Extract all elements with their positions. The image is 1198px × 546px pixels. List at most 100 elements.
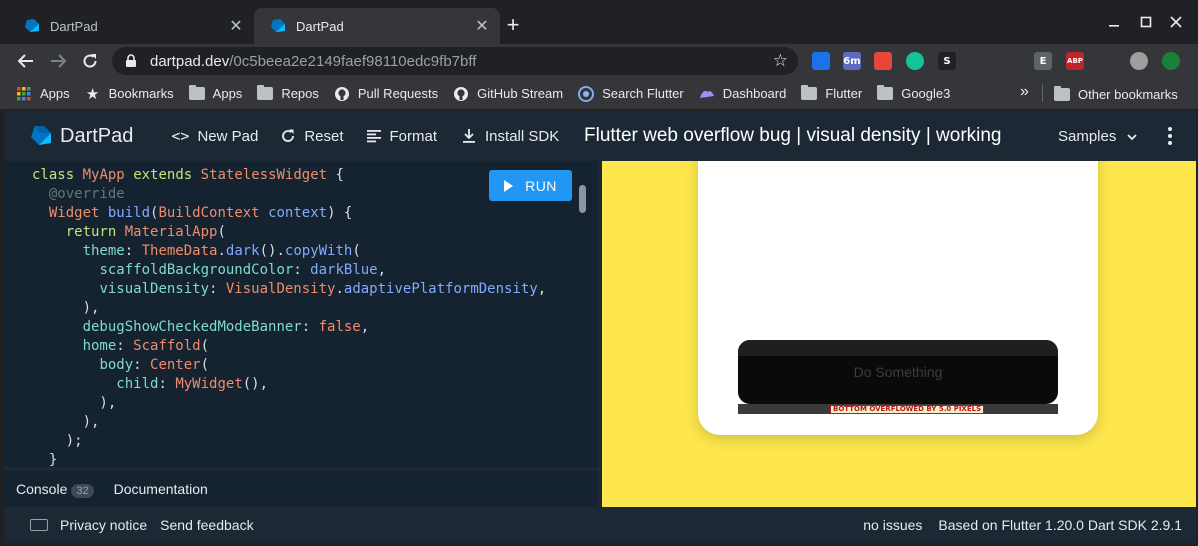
bulb-extension-icon[interactable]: [970, 52, 988, 70]
bookmark-label: Bookmarks: [108, 86, 174, 101]
maximize-window-icon[interactable]: [1136, 12, 1156, 32]
bookmark-item[interactable]: Dashboard: [693, 80, 793, 108]
bookmarks-overflow-button[interactable]: »: [1020, 83, 1029, 101]
code-line: class MyApp extends StatelessWidget {: [32, 167, 344, 183]
bookmark-item[interactable]: Repos: [251, 80, 325, 108]
forward-arrow-icon[interactable]: [46, 49, 70, 73]
puzzle-extensions-icon[interactable]: [1098, 52, 1116, 70]
timer-extension-icon[interactable]: 6m: [843, 52, 861, 70]
pad-title: Flutter web overflow bug | visual densit…: [584, 125, 1002, 146]
url-host: dartpad.dev: [150, 52, 230, 70]
keyboard-icon[interactable]: [30, 519, 48, 531]
reset-button[interactable]: Reset: [280, 120, 344, 152]
dartpad-logo[interactable]: DartPad: [30, 125, 133, 148]
close-tab-icon[interactable]: ✕: [228, 18, 244, 35]
bookmark-item[interactable]: Apps: [10, 80, 76, 108]
browser-tab-1[interactable]: DartPad ✕: [8, 8, 254, 44]
dartpad-logo-text: DartPad: [60, 124, 134, 147]
lock-icon: [126, 54, 136, 67]
close-tab-icon[interactable]: ✕: [474, 18, 490, 35]
dart-favicon-icon: [271, 19, 285, 32]
new-pad-button[interactable]: <> New Pad: [171, 120, 258, 152]
update-arrow-icon[interactable]: [1162, 52, 1180, 70]
console-tab-label: Console: [16, 480, 68, 497]
more-options-icon[interactable]: [1164, 126, 1176, 146]
bookmark-star-icon[interactable]: ☆: [773, 52, 788, 70]
bookmark-item[interactable]: Search Flutter: [572, 80, 690, 108]
install-sdk-button[interactable]: Install SDK: [461, 120, 559, 152]
install-sdk-label: Install SDK: [485, 127, 560, 145]
bookmark-item[interactable]: Apps: [183, 80, 249, 108]
run-button[interactable]: RUN: [489, 170, 572, 201]
code-editor[interactable]: class MyApp extends StatelessWidget { @o…: [4, 161, 598, 467]
bookmark-label: Flutter: [825, 86, 863, 101]
privacy-notice-link[interactable]: Privacy notice: [60, 517, 147, 533]
bookmark-item[interactable]: GitHub Stream: [447, 80, 569, 108]
other-bookmarks[interactable]: Other bookmarks: [1048, 80, 1184, 108]
ghost-extension-icon[interactable]: [1002, 52, 1020, 70]
address-bar[interactable]: dartpad.dev/0c5beea2e2149faef98110edc9fb…: [112, 47, 798, 75]
reload-icon[interactable]: [78, 49, 102, 73]
code-line: ),: [32, 300, 100, 316]
code-line: }: [32, 452, 58, 467]
code-line: visualDensity: VisualDensity.adaptivePla…: [99, 281, 547, 297]
back-arrow-icon[interactable]: [14, 49, 38, 73]
code-brackets-icon: <>: [171, 127, 190, 145]
console-count-badge: 32: [71, 483, 94, 498]
grammarly-extension-icon[interactable]: [906, 52, 924, 70]
dart-favicon-icon: [25, 19, 39, 32]
sdk-version: Based on Flutter 1.20.0 Dart SDK 2.9.1: [938, 517, 1182, 533]
code-line: ),: [32, 395, 117, 411]
refresh-icon: [280, 128, 296, 144]
samples-label: Samples: [1058, 128, 1117, 145]
s-extension-icon[interactable]: S: [938, 52, 956, 70]
close-window-icon[interactable]: [1166, 12, 1186, 32]
folder-icon: [257, 85, 274, 102]
samples-dropdown[interactable]: Samples: [1058, 128, 1138, 145]
bookmark-label: Google3: [901, 86, 951, 101]
bookmark-item[interactable]: Flutter: [795, 80, 868, 108]
code-line: debugShowCheckedModeBanner: false,: [82, 319, 370, 335]
browser-tab-2[interactable]: DartPad ✕: [254, 8, 500, 44]
tab-title: DartPad: [50, 18, 98, 34]
bookmark-item[interactable]: Google3: [871, 80, 956, 108]
chevron-down-icon: [1127, 133, 1137, 140]
bookmark-label: Dashboard: [722, 86, 787, 101]
new-tab-button[interactable]: +: [503, 14, 523, 38]
github-icon: [453, 86, 469, 102]
documentation-tab[interactable]: Documentation: [114, 481, 208, 497]
send-feedback-link[interactable]: Send feedback: [160, 517, 253, 533]
checkmark-extension-icon[interactable]: [812, 52, 830, 70]
editor-scrollbar[interactable]: [579, 185, 586, 213]
reset-label: Reset: [304, 127, 344, 145]
button-top-band: [738, 340, 1058, 356]
app-preview[interactable]: Do Something BOTTOM OVERFLOWED BY 5.0 PI…: [602, 161, 1196, 507]
e-extension-icon[interactable]: E: [1034, 52, 1052, 70]
profile-avatar-icon[interactable]: [1130, 52, 1148, 70]
new-pad-label: New Pad: [197, 127, 259, 145]
code-line: scaffoldBackgroundColor: darkBlue,: [99, 262, 387, 278]
bookmark-item[interactable]: ★ Bookmarks: [79, 80, 180, 108]
bookmark-label: Apps: [212, 86, 243, 101]
dartpad-footer: Privacy notice Send feedback no issues B…: [4, 507, 1196, 543]
run-label: RUN: [525, 177, 557, 194]
star-icon: ★: [85, 85, 100, 103]
code-line: @override: [48, 186, 125, 202]
bookmark-label: Search Flutter: [602, 86, 684, 101]
dashboard-icon: [699, 86, 715, 102]
folder-icon: [801, 85, 818, 102]
download-icon: [461, 128, 477, 144]
camera-extension-icon[interactable]: [874, 52, 892, 70]
issues-status[interactable]: no issues: [863, 517, 922, 533]
format-button[interactable]: Format: [366, 120, 438, 152]
minimize-window-icon[interactable]: [1104, 12, 1124, 32]
tab-title: DartPad: [296, 18, 344, 34]
code-line: Widget build(BuildContext context) {: [48, 205, 353, 221]
code-line: body: Center(: [99, 357, 210, 373]
adblock-extension-icon[interactable]: ABP: [1066, 52, 1084, 70]
format-label: Format: [389, 127, 438, 145]
apps-grid-icon: [16, 86, 32, 102]
bookmark-item[interactable]: Pull Requests: [328, 80, 444, 108]
code-line: ),: [32, 414, 100, 430]
console-tab[interactable]: Console 32: [16, 481, 94, 498]
